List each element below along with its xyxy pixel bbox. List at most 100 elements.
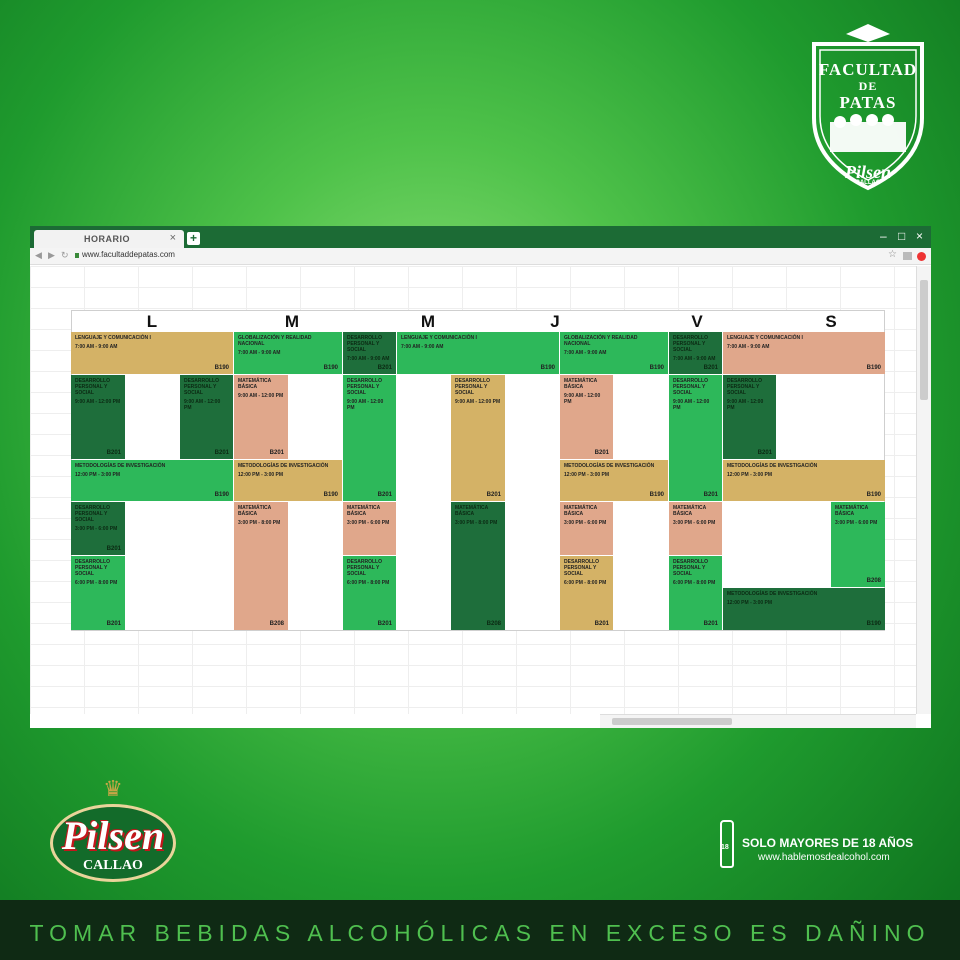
- class-block[interactable]: MATEMÁTICA BÁSICA 3:00 PM - 8:00 PM B208: [451, 502, 505, 630]
- class-time: 12:00 PM - 3:00 PM: [727, 600, 773, 606]
- class-block[interactable]: MATEMÁTICA BÁSICA 3:00 PM - 6:00 PM B208: [831, 502, 885, 587]
- tab-horario[interactable]: HORARIO ×: [34, 230, 184, 248]
- class-block[interactable]: METODOLOGÍAS DE INVESTIGACIÓN 12:00 PM -…: [723, 588, 885, 630]
- crown-icon: ♛: [103, 776, 123, 801]
- vertical-scrollbar[interactable]: [916, 266, 931, 714]
- horizontal-scrollbar[interactable]: [600, 714, 916, 728]
- class-block[interactable]: MATEMÁTICA BÁSICA 3:00 PM - 6:00 PM: [343, 502, 396, 555]
- class-room: B201: [703, 621, 718, 627]
- back-icon[interactable]: ◀: [35, 250, 42, 261]
- class-name: MATEMÁTICA BÁSICA: [673, 505, 707, 517]
- class-block[interactable]: METODOLOGÍAS DE INVESTIGACIÓN 12:00 PM -…: [723, 460, 885, 501]
- class-name: MATEMÁTICA BÁSICA: [835, 505, 869, 517]
- class-block[interactable]: MATEMÁTICA BÁSICA 9:00 AM - 12:00 PM B20…: [560, 375, 613, 459]
- class-room: B201: [377, 492, 392, 498]
- class-room: B190: [323, 492, 338, 498]
- class-name: METODOLOGÍAS DE INVESTIGACIÓN: [727, 591, 818, 597]
- tab-close-icon[interactable]: ×: [170, 232, 176, 244]
- class-block[interactable]: MATEMÁTICA BÁSICA 3:00 PM - 6:00 PM: [669, 502, 722, 555]
- class-name: DESARROLLO PERSONAL Y SOCIAL: [564, 559, 599, 577]
- class-time: 7:00 AM - 9:00 AM: [238, 350, 281, 356]
- class-time: 12:00 PM - 3:00 PM: [75, 472, 121, 478]
- class-room: B190: [540, 365, 555, 371]
- class-room: B201: [214, 450, 229, 456]
- class-time: 12:00 PM - 3:00 PM: [727, 472, 773, 478]
- class-block[interactable]: MATEMÁTICA BÁSICA 3:00 PM - 6:00 PM: [560, 502, 613, 555]
- class-block[interactable]: MATEMÁTICA BÁSICA 3:00 PM - 8:00 PM B208: [234, 502, 288, 630]
- class-room: B201: [703, 492, 718, 498]
- class-name: METODOLOGÍAS DE INVESTIGACIÓN: [238, 463, 329, 469]
- class-time: 3:00 PM - 6:00 PM: [673, 520, 716, 526]
- class-block[interactable]: GLOBALIZACIÓN Y REALIDAD NACIONAL 7:00 A…: [234, 332, 342, 374]
- class-block[interactable]: DESARROLLO PERSONAL Y SOCIAL 9:00 AM - 1…: [723, 375, 776, 459]
- class-block[interactable]: DESARROLLO PERSONAL Y SOCIAL 6:00 PM - 8…: [71, 556, 125, 630]
- pilsen-logo: ♛ Pilsen CALLAO: [38, 778, 188, 886]
- class-time: 9:00 AM - 12:00 PM: [455, 399, 501, 405]
- age-notice: 18 SOLO MAYORES DE 18 AÑOS www.hablemosd…: [720, 820, 930, 870]
- url-field[interactable]: www.facultaddepatas.com: [82, 250, 175, 259]
- class-time: 3:00 PM - 6:00 PM: [347, 520, 390, 526]
- class-block[interactable]: GLOBALIZACIÓN Y REALIDAD NACIONAL 7:00 A…: [560, 332, 668, 374]
- class-room: B201: [486, 492, 501, 498]
- class-time: 3:00 PM - 8:00 PM: [455, 520, 498, 526]
- class-name: METODOLOGÍAS DE INVESTIGACIÓN: [75, 463, 166, 469]
- class-time: 6:00 PM - 8:00 PM: [347, 580, 390, 586]
- class-room: B201: [594, 450, 609, 456]
- class-room: B201: [757, 450, 772, 456]
- class-name: DESARROLLO PERSONAL Y SOCIAL: [75, 378, 110, 396]
- class-time: 6:00 PM - 8:00 PM: [564, 580, 607, 586]
- class-block[interactable]: DESARROLLO PERSONAL Y SOCIAL 7:00 AM - 9…: [669, 332, 722, 374]
- reload-icon[interactable]: ↻: [61, 250, 69, 261]
- class-block[interactable]: DESARROLLO PERSONAL Y SOCIAL 9:00 AM - 1…: [71, 375, 125, 459]
- extension-icon[interactable]: [903, 252, 912, 260]
- class-name: MATEMÁTICA BÁSICA: [455, 505, 489, 517]
- class-block[interactable]: DESARROLLO PERSONAL Y SOCIAL 9:00 AM - 1…: [669, 375, 722, 501]
- class-time: 12:00 PM - 3:00 PM: [238, 472, 284, 478]
- maximize-icon[interactable]: □: [898, 230, 905, 243]
- class-block[interactable]: LENGUAJE Y COMUNICACIÓN I 7:00 AM - 9:00…: [723, 332, 885, 374]
- class-block[interactable]: DESARROLLO PERSONAL Y SOCIAL 6:00 PM - 8…: [669, 556, 722, 630]
- class-block[interactable]: DESARROLLO PERSONAL Y SOCIAL 9:00 AM - 1…: [343, 375, 396, 501]
- class-room: B201: [377, 365, 392, 371]
- minimize-icon[interactable]: –: [880, 230, 887, 243]
- vertical-scroll-thumb[interactable]: [920, 280, 928, 400]
- horizontal-scroll-thumb[interactable]: [612, 718, 732, 725]
- new-tab-button[interactable]: +: [187, 232, 200, 245]
- opera-icon[interactable]: [917, 252, 926, 261]
- class-room: B201: [594, 621, 609, 627]
- day-header-sabado: S: [825, 312, 837, 331]
- bookmark-star-icon[interactable]: ☆: [888, 249, 897, 260]
- class-block[interactable]: DESARROLLO PERSONAL Y SOCIAL 6:00 PM - 8…: [343, 556, 396, 630]
- class-block[interactable]: LENGUAJE Y COMUNICACIÓN I 7:00 AM - 9:00…: [71, 332, 233, 374]
- class-block[interactable]: DESARROLLO PERSONAL Y SOCIAL 9:00 AM - 1…: [451, 375, 505, 501]
- class-block[interactable]: METODOLOGÍAS DE INVESTIGACIÓN 12:00 PM -…: [234, 460, 342, 501]
- class-room: B208: [866, 578, 881, 584]
- forward-icon[interactable]: ▶: [48, 250, 55, 261]
- class-block[interactable]: DESARROLLO PERSONAL Y SOCIAL 7:00 AM - 9…: [343, 332, 396, 374]
- class-room: B201: [269, 450, 284, 456]
- class-time: 7:00 AM - 9:00 AM: [564, 350, 607, 356]
- class-name: METODOLOGÍAS DE INVESTIGACIÓN: [727, 463, 818, 469]
- close-window-icon[interactable]: ×: [916, 230, 923, 243]
- class-block[interactable]: DESARROLLO PERSONAL Y SOCIAL 6:00 PM - 8…: [560, 556, 613, 630]
- class-name: METODOLOGÍAS DE INVESTIGACIÓN: [564, 463, 655, 469]
- crest-line-2: DE: [858, 79, 878, 93]
- class-block[interactable]: METODOLOGÍAS DE INVESTIGACIÓN 12:00 PM -…: [71, 460, 233, 501]
- class-room: B190: [649, 365, 664, 371]
- class-name: GLOBALIZACIÓN Y REALIDAD NACIONAL: [564, 335, 638, 347]
- class-block[interactable]: MATEMÁTICA BÁSICA 9:00 AM - 12:00 PM B20…: [234, 375, 288, 459]
- class-time: 3:00 PM - 8:00 PM: [238, 520, 281, 526]
- class-room: B201: [106, 450, 121, 456]
- address-bar: ◀ ▶ ↻ www.facultaddepatas.com ☆: [30, 248, 931, 265]
- class-block[interactable]: METODOLOGÍAS DE INVESTIGACIÓN 12:00 PM -…: [560, 460, 668, 501]
- class-time: 9:00 AM - 12:00 PM: [673, 399, 710, 411]
- class-block[interactable]: LENGUAJE Y COMUNICACIÓN I 7:00 AM - 9:00…: [397, 332, 559, 374]
- class-block[interactable]: DESARROLLO PERSONAL Y SOCIAL 9:00 AM - 1…: [180, 375, 233, 459]
- crest-line-1: FACULTAD: [818, 60, 918, 79]
- class-room: B190: [214, 492, 229, 498]
- class-block[interactable]: DESARROLLO PERSONAL Y SOCIAL 3:00 PM - 6…: [71, 502, 125, 555]
- facultad-de-patas-crest: FACULTAD DE PATAS Pilsen CALLAO: [806, 22, 930, 192]
- class-time: 9:00 AM - 12:00 PM: [564, 393, 601, 405]
- crest-brand-sub: CALLAO: [855, 180, 881, 186]
- class-time: 9:00 AM - 12:00 PM: [347, 399, 384, 411]
